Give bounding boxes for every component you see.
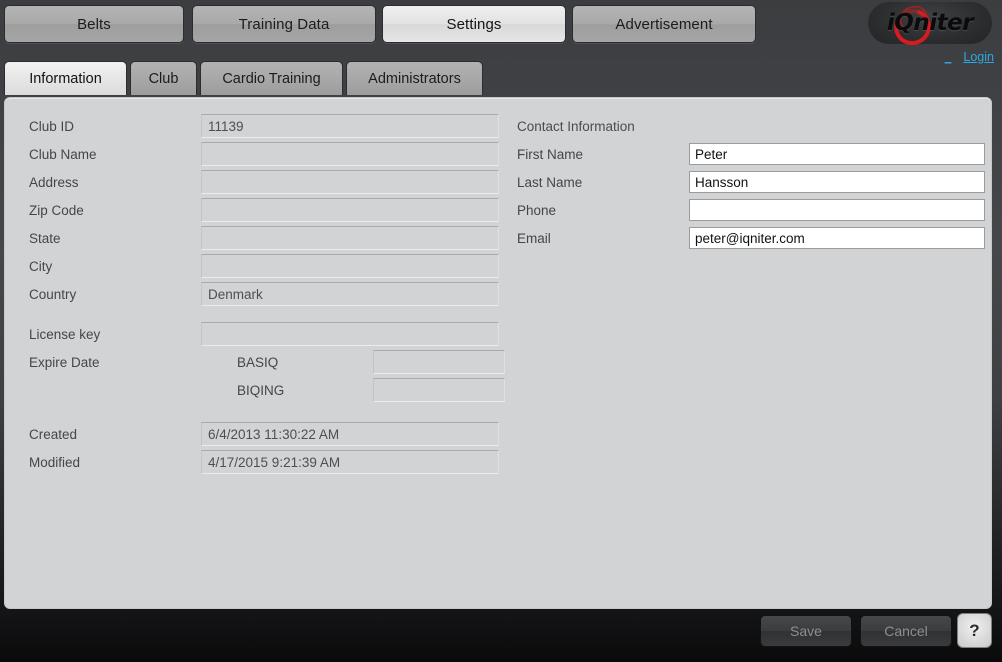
field-expire-date-label: Expire Date: [29, 354, 100, 370]
field-city: City: [29, 252, 499, 280]
address-value: [201, 170, 499, 194]
field-country-label: Country: [29, 286, 77, 302]
field-expire-biqing: BIQING: [29, 376, 505, 404]
top-navigation-bar: Belts Training Data Settings Advertiseme…: [0, 0, 1002, 46]
field-club-name: Club Name: [29, 140, 499, 168]
field-modified: Modified 4/17/2015 9:21:39 AM: [29, 448, 499, 476]
brand-logo: iQniter: [868, 1, 992, 52]
first-name-input[interactable]: Peter: [689, 143, 985, 165]
field-club-id-label: Club ID: [29, 118, 75, 134]
tab-cardio-training-label: Cardio Training: [222, 70, 321, 87]
nav-button-advertisement[interactable]: Advertisement: [572, 5, 756, 43]
nav-button-training-data-label: Training Data: [238, 15, 330, 33]
contact-section-header: Contact Information: [517, 112, 985, 140]
club-name-value: [201, 142, 499, 166]
contact-information-column: Contact Information First Name Peter Las…: [517, 112, 985, 252]
field-address: Address: [29, 168, 499, 196]
tab-administrators-label: Administrators: [368, 70, 461, 87]
spacer-before-created: [29, 404, 499, 420]
field-expire-biqing-label: BIQING: [237, 382, 285, 398]
club-id-value: 11139: [201, 114, 499, 138]
field-modified-label: Modified: [29, 454, 81, 470]
login-area: _ Login: [945, 50, 994, 64]
tab-club[interactable]: Club: [130, 61, 197, 95]
field-email-label: Email: [517, 230, 551, 246]
expire-biqing-value: [373, 378, 505, 402]
field-first-name-label: First Name: [517, 146, 584, 162]
settings-information-panel: Club ID 11139 Club Name Address Zip Code…: [4, 97, 992, 609]
modified-value: 4/17/2015 9:21:39 AM: [201, 450, 499, 474]
field-city-label: City: [29, 258, 53, 274]
field-zip-code: Zip Code: [29, 196, 499, 224]
field-expire-basiq-label: BASIQ: [237, 354, 279, 370]
field-zip-code-label: Zip Code: [29, 202, 84, 218]
field-license-key: License key: [29, 320, 499, 348]
zip-code-value: [201, 198, 499, 222]
logo-wordmark: iQniter: [886, 10, 974, 36]
last-name-input[interactable]: Hansson: [689, 171, 985, 193]
field-last-name-label: Last Name: [517, 174, 583, 190]
question-mark-icon: ?: [969, 620, 980, 640]
field-created: Created 6/4/2013 11:30:22 AM: [29, 420, 499, 448]
application-window: Belts Training Data Settings Advertiseme…: [0, 0, 1002, 662]
phone-input[interactable]: [689, 199, 985, 221]
created-value: 6/4/2013 11:30:22 AM: [201, 422, 499, 446]
field-state-label: State: [29, 230, 61, 246]
nav-button-settings[interactable]: Settings: [382, 5, 566, 43]
save-button-label: Save: [790, 623, 822, 639]
field-expire-date: Expire Date BASIQ: [29, 348, 505, 376]
login-link[interactable]: Login: [963, 50, 994, 64]
expire-basiq-value: [373, 350, 505, 374]
field-phone: Phone: [517, 196, 985, 224]
tab-club-label: Club: [148, 70, 179, 87]
nav-button-settings-label: Settings: [446, 15, 502, 33]
field-country: Country Denmark: [29, 280, 499, 308]
field-first-name: First Name Peter: [517, 140, 985, 168]
tab-administrators[interactable]: Administrators: [346, 61, 483, 95]
club-details-column: Club ID 11139 Club Name Address Zip Code…: [29, 112, 505, 476]
field-created-label: Created: [29, 426, 78, 442]
email-input[interactable]: peter@iqniter.com: [689, 227, 985, 249]
nav-button-training-data[interactable]: Training Data: [192, 5, 376, 43]
field-license-key-label: License key: [29, 326, 101, 342]
nav-button-belts-label: Belts: [77, 15, 111, 33]
help-button[interactable]: ?: [957, 613, 992, 648]
spacer-before-license: [29, 308, 499, 320]
save-button[interactable]: Save: [760, 615, 852, 647]
field-club-id: Club ID 11139: [29, 112, 499, 140]
field-address-label: Address: [29, 174, 79, 190]
nav-button-advertisement-label: Advertisement: [615, 15, 713, 33]
cancel-button-label: Cancel: [884, 623, 928, 639]
login-prefix-dash: _: [944, 50, 952, 64]
country-value: Denmark: [201, 282, 499, 306]
field-last-name: Last Name Hansson: [517, 168, 985, 196]
field-phone-label: Phone: [517, 202, 557, 218]
license-key-value: [201, 322, 499, 346]
field-club-name-label: Club Name: [29, 146, 97, 162]
footer-action-bar: Save Cancel ?: [0, 608, 1002, 662]
cancel-button[interactable]: Cancel: [860, 615, 952, 647]
state-value: [201, 226, 499, 250]
nav-button-belts[interactable]: Belts: [4, 5, 184, 43]
contact-section-title: Contact Information: [517, 118, 635, 134]
city-value: [201, 254, 499, 278]
field-email: Email peter@iqniter.com: [517, 224, 985, 252]
tab-information-label: Information: [29, 70, 102, 87]
field-state: State: [29, 224, 499, 252]
tab-cardio-training[interactable]: Cardio Training: [200, 61, 343, 95]
tab-information[interactable]: Information: [4, 61, 127, 95]
